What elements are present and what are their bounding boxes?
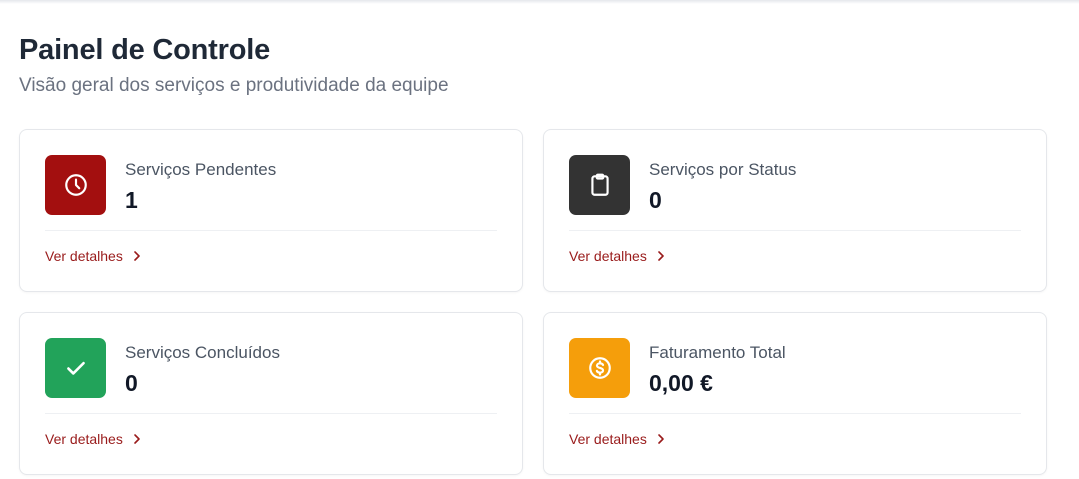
- card-value: 0: [125, 370, 138, 396]
- dollar-coin-icon: [569, 338, 630, 398]
- view-details-label: Ver detalhes: [45, 248, 123, 264]
- card-divider: [45, 413, 497, 414]
- card-value: 1: [125, 187, 138, 213]
- card-label: Serviços Concluídos: [125, 343, 280, 362]
- card-label: Serviços Pendentes: [125, 160, 277, 179]
- view-details-link[interactable]: Ver detalhes: [569, 248, 667, 264]
- view-details-label: Ver detalhes: [569, 431, 647, 447]
- view-details-label: Ver detalhes: [569, 248, 647, 264]
- chevron-right-icon: [134, 434, 140, 444]
- top-bar-shadow: [0, 0, 1079, 4]
- card-label: Serviços por Status: [649, 160, 797, 179]
- page-subtitle: Visão geral dos serviços e produtividade…: [19, 75, 449, 96]
- view-details-link[interactable]: Ver detalhes: [45, 248, 143, 264]
- view-details-link[interactable]: Ver detalhes: [45, 431, 143, 447]
- check-icon: [45, 338, 106, 398]
- card-label: Faturamento Total: [649, 343, 786, 362]
- chevron-right-icon: [658, 251, 664, 261]
- card-value: 0,00 €: [649, 370, 713, 396]
- card-value: 0: [649, 187, 662, 213]
- card-completed-services: Serviços Concluídos 0 Ver detalhes: [19, 312, 523, 475]
- view-details-link[interactable]: Ver detalhes: [569, 431, 667, 447]
- clock-icon: [45, 155, 106, 215]
- view-details-label: Ver detalhes: [45, 431, 123, 447]
- card-total-revenue: Faturamento Total 0,00 € Ver detalhes: [543, 312, 1047, 475]
- card-services-by-status: Serviços por Status 0 Ver detalhes: [543, 129, 1047, 292]
- card-divider: [569, 413, 1021, 414]
- clipboard-icon: [569, 155, 630, 215]
- card-divider: [45, 230, 497, 231]
- card-divider: [569, 230, 1021, 231]
- chevron-right-icon: [658, 434, 664, 444]
- page-title: Painel de Controle: [19, 34, 270, 66]
- chevron-right-icon: [134, 251, 140, 261]
- card-pending-services: Serviços Pendentes 1 Ver detalhes: [19, 129, 523, 292]
